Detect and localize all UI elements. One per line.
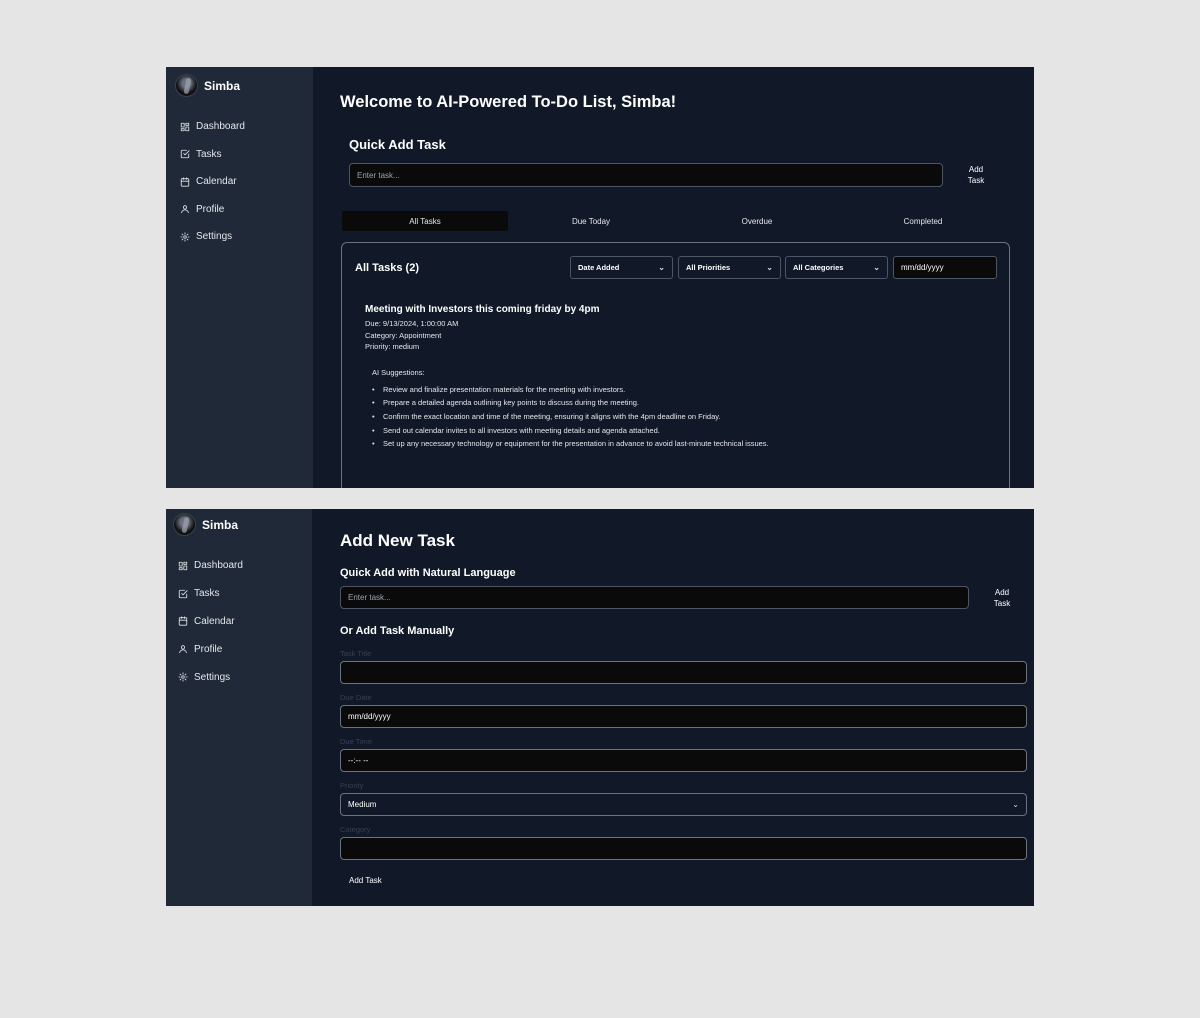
sidebar-item-label: Tasks: [196, 148, 222, 160]
task-title: Meeting with Investors this coming frida…: [365, 304, 600, 315]
category-label: Category: [340, 825, 371, 834]
select-value: Date Added: [578, 263, 620, 272]
category-field[interactable]: [340, 837, 1027, 860]
brand: Simba: [175, 74, 240, 97]
user-name: Simba: [202, 517, 239, 532]
sidebar-item-settings[interactable]: Settings: [178, 663, 243, 691]
sidebar-item-calendar[interactable]: Calendar: [178, 608, 243, 636]
checkbox-icon: [180, 150, 190, 159]
sidebar-item-dashboard[interactable]: Dashboard: [178, 552, 243, 580]
sidebar-item-label: Calendar: [194, 615, 235, 627]
nl-section-title: Quick Add with Natural Language: [340, 567, 516, 579]
chevron-down-icon: ⌄: [1012, 800, 1019, 809]
tab-all-tasks[interactable]: All Tasks: [342, 211, 508, 231]
tab-overdue[interactable]: Overdue: [674, 211, 840, 231]
add-button-line: Add: [994, 588, 1010, 597]
task-list-title: All Tasks (2): [355, 262, 419, 274]
grid-icon: [178, 561, 188, 571]
quick-add-input[interactable]: Enter task...: [349, 163, 943, 187]
checkbox-icon: [178, 589, 188, 598]
select-value: All Categories: [793, 263, 844, 272]
user-icon: [181, 205, 189, 214]
due-time-label: Due Time: [340, 737, 373, 746]
avatar[interactable]: [175, 74, 198, 97]
sidebar-item-label: Dashboard: [194, 560, 243, 572]
select-value: Medium: [348, 800, 377, 809]
sidebar-item-calendar[interactable]: Calendar: [180, 168, 245, 196]
nl-task-input[interactable]: Enter task...: [340, 586, 969, 609]
due-time-field[interactable]: --:-- --: [340, 749, 1027, 772]
ai-suggestions-label: AI Suggestions:: [372, 367, 425, 377]
chevron-down-icon: ⌄: [658, 263, 665, 272]
task-due: Due: 9/13/2024, 1:00:00 AM: [365, 319, 459, 328]
page-title: Add New Task: [340, 531, 455, 550]
task-category: Category: Appointment: [365, 330, 442, 340]
gear-icon: [180, 232, 190, 242]
add-task-submit-button[interactable]: Add Task: [349, 875, 382, 886]
sidebar-item-label: Dashboard: [196, 121, 245, 133]
add-button-line: Add: [968, 165, 984, 174]
task-tabs: All Tasks Due Today Overdue Completed: [342, 211, 1006, 231]
page-title: Welcome to AI-Powered To-Do List, Simba!: [340, 93, 677, 111]
task-priority: Priority: medium: [365, 342, 420, 351]
nl-add-button[interactable]: Add Task: [989, 587, 1015, 609]
due-date-field[interactable]: mm/dd/yyyy: [340, 705, 1027, 728]
category-select[interactable]: All Categories ⌄: [785, 256, 888, 279]
gear-icon: [178, 672, 188, 682]
sidebar-item-label: Tasks: [194, 588, 220, 600]
sidebar: Simba Dashboard Tasks Calendar Profile S…: [166, 67, 313, 488]
sort-select[interactable]: Date Added ⌄: [570, 256, 673, 279]
ai-suggestions-list: Review and finalize presentation materia…: [372, 383, 995, 452]
sidebar-item-label: Settings: [194, 671, 231, 683]
add-button-line: Task: [993, 599, 1011, 608]
quick-add-button[interactable]: Add Task: [963, 164, 989, 186]
brand: Simba: [173, 513, 238, 536]
task-title-label: Task Title: [340, 649, 372, 658]
tab-completed[interactable]: Completed: [840, 211, 1006, 231]
sidebar-item-tasks[interactable]: Tasks: [180, 141, 245, 169]
sidebar-item-profile[interactable]: Profile: [180, 196, 245, 224]
sidebar-item-label: Profile: [196, 203, 225, 215]
list-item: Send out calendar invites to all investo…: [372, 424, 995, 438]
user-name: Simba: [204, 78, 241, 93]
list-item: Review and finalize presentation materia…: [372, 383, 995, 397]
chevron-down-icon: ⌄: [766, 263, 773, 272]
sidebar-item-profile[interactable]: Profile: [178, 635, 243, 663]
list-item: Set up any necessary technology or equip…: [372, 437, 995, 451]
tab-due-today[interactable]: Due Today: [508, 211, 674, 231]
sidebar-nav: Dashboard Tasks Calendar Profile Setting…: [180, 113, 245, 251]
priority-label: Priority: [340, 781, 364, 790]
sidebar: Simba Dashboard Tasks Calendar Profile S…: [166, 509, 312, 906]
sidebar-item-tasks[interactable]: Tasks: [178, 580, 243, 608]
quick-add-title: Quick Add Task: [349, 137, 446, 152]
priority-select[interactable]: Medium ⌄: [340, 793, 1027, 816]
add-button-line: Task: [967, 176, 985, 185]
sidebar-item-label: Settings: [196, 231, 233, 243]
select-value: All Priorities: [686, 263, 731, 272]
calendar-icon: [180, 177, 190, 187]
dashboard-main: Welcome to AI-Powered To-Do List, Simba!…: [313, 67, 1034, 488]
chevron-down-icon: ⌄: [873, 263, 880, 272]
task-list-panel: All Tasks (2) Date Added ⌄ All Priorities…: [341, 242, 1010, 488]
date-filter-input[interactable]: mm/dd/yyyy: [893, 256, 997, 279]
task-title-field[interactable]: [340, 661, 1027, 684]
manual-section-title: Or Add Task Manually: [340, 625, 455, 637]
add-task-main: Add New Task Quick Add with Natural Lang…: [312, 509, 1034, 906]
priority-select[interactable]: All Priorities ⌄: [678, 256, 781, 279]
avatar[interactable]: [173, 513, 196, 536]
grid-icon: [180, 122, 190, 131]
calendar-icon: [178, 616, 188, 627]
add-task-screenshot: Simba Dashboard Tasks Calendar Profile S…: [166, 509, 1034, 906]
sidebar-item-label: Profile: [194, 643, 223, 655]
dashboard-screenshot: Simba Dashboard Tasks Calendar Profile S…: [166, 67, 1034, 488]
task-card: Meeting with Investors this coming frida…: [365, 304, 995, 451]
list-item: Prepare a detailed agenda outlining key …: [372, 396, 995, 410]
user-icon: [179, 645, 187, 654]
sidebar-item-label: Calendar: [196, 176, 237, 188]
sidebar-item-dashboard[interactable]: Dashboard: [180, 113, 245, 141]
list-item: Confirm the exact location and time of t…: [372, 410, 995, 424]
sidebar-item-settings[interactable]: Settings: [180, 223, 245, 251]
sidebar-nav: Dashboard Tasks Calendar Profile Setting…: [178, 552, 243, 691]
due-date-label: Due Date: [340, 693, 372, 702]
